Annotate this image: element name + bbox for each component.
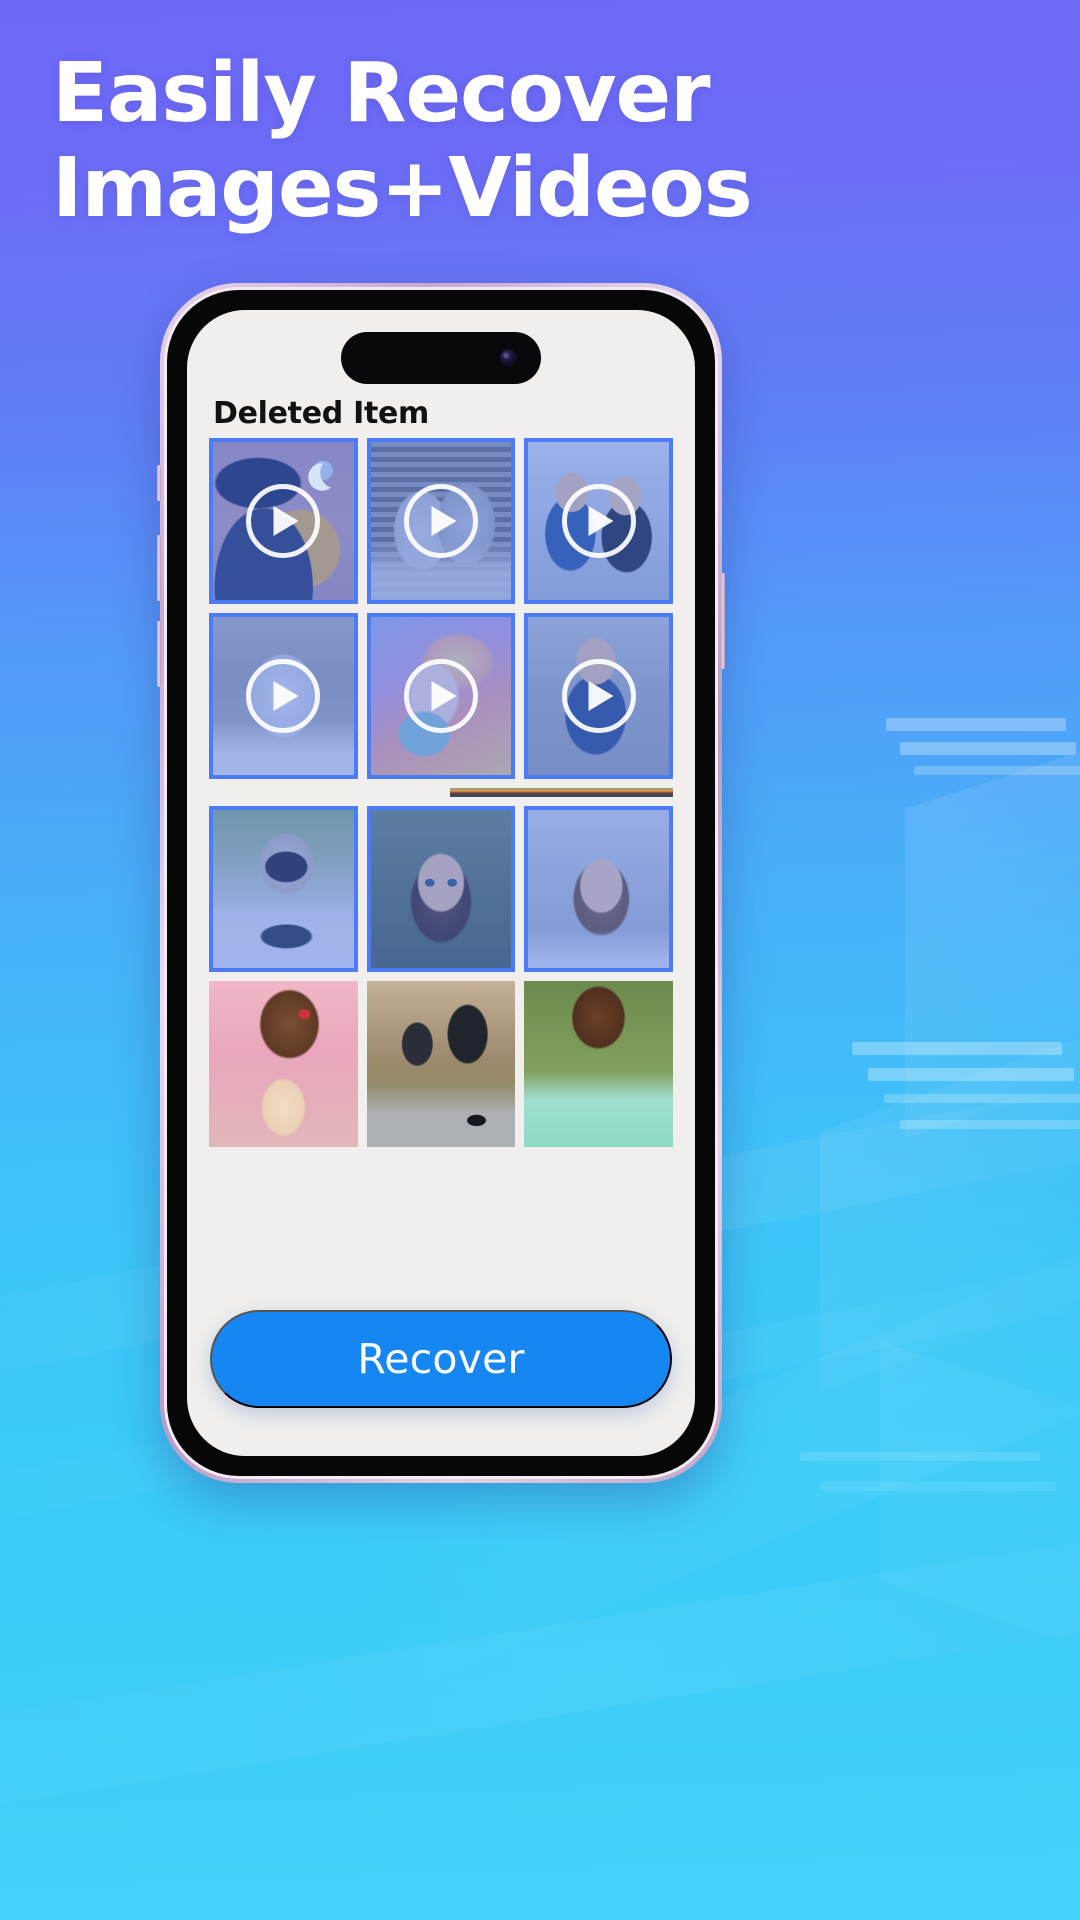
moon-icon: [307, 463, 331, 491]
grid-split-left-column: [209, 788, 441, 797]
selection-tint: [370, 810, 512, 968]
headline-line-2: Images+Videos: [52, 141, 753, 237]
page-title: Easily Recover Images+Videos: [52, 46, 952, 236]
recover-button[interactable]: Recover: [210, 1310, 672, 1408]
phone-screen: Deleted Item Recover: [187, 310, 695, 1456]
media-tile[interactable]: [450, 788, 673, 797]
media-tile[interactable]: [524, 806, 674, 972]
play-icon[interactable]: [404, 484, 478, 558]
media-tile[interactable]: [524, 981, 674, 1147]
media-tile[interactable]: [524, 613, 674, 779]
grid-row: [209, 613, 674, 779]
media-tile[interactable]: [209, 438, 358, 604]
media-tile[interactable]: [366, 613, 516, 779]
promo-screenshot: Easily Recover Images+Videos Deleted Ite…: [0, 0, 1080, 1920]
media-tile[interactable]: [209, 613, 358, 779]
media-tile[interactable]: [524, 438, 674, 604]
play-icon[interactable]: [561, 484, 636, 558]
background-diagonal-sheet: [905, 711, 1080, 1139]
play-icon[interactable]: [246, 659, 321, 733]
background-diagonal-sheet: [820, 1008, 1080, 1392]
play-icon[interactable]: [561, 659, 636, 733]
media-tile[interactable]: [209, 806, 358, 972]
grid-row: [209, 806, 674, 972]
background-light-band: [0, 1487, 1080, 1843]
grid-row-split: [209, 788, 673, 797]
phone-volume-up-button[interactable]: [157, 535, 161, 601]
phone-power-button[interactable]: [721, 573, 725, 669]
front-camera-icon: [500, 349, 517, 367]
media-tile[interactable]: [366, 981, 516, 1147]
play-icon[interactable]: [246, 484, 321, 558]
selection-tint: [528, 810, 670, 968]
media-tile[interactable]: [209, 981, 358, 1147]
grid-row: [209, 981, 674, 1147]
media-tile[interactable]: [366, 806, 516, 972]
dynamic-island: [341, 332, 541, 384]
grid-row: [209, 438, 674, 604]
phone-mockup: Deleted Item Recover: [157, 283, 725, 1483]
play-icon[interactable]: [404, 659, 478, 733]
headline-line-1: Easily Recover: [52, 46, 711, 141]
phone-volume-down-button[interactable]: [157, 621, 161, 687]
media-tile[interactable]: [366, 438, 516, 604]
media-grid: [187, 438, 695, 1456]
selection-tint: [213, 810, 354, 968]
phone-silent-switch[interactable]: [157, 465, 161, 501]
page-title: Deleted Item: [213, 396, 429, 431]
background-diagonal-sheet: [880, 1341, 1080, 1679]
phone-frame: Deleted Item Recover: [167, 290, 715, 1476]
